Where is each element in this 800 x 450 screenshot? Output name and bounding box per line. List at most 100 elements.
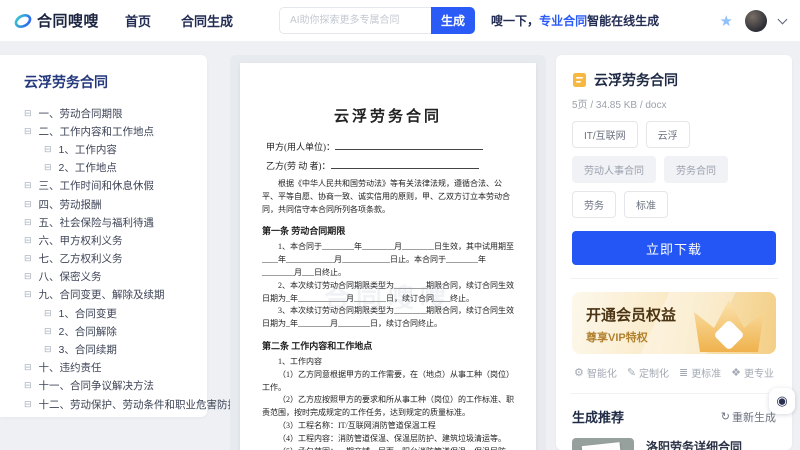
- toc-item-label: 3、合同续期: [59, 342, 117, 357]
- toc-item[interactable]: ⊟ 1、工作内容: [0, 140, 207, 158]
- doc-tag-chip[interactable]: 标准: [624, 191, 668, 218]
- document-page: 合同嗖嗖 合同嗖嗖 云浮劳务合同 甲方(用人单位)： 乙方(劳 动 者)： 根据…: [240, 63, 536, 450]
- collapse-icon[interactable]: ⊟: [44, 345, 52, 354]
- logo-icon: [14, 12, 32, 30]
- panel-doc-header: 云浮劳务合同: [572, 70, 776, 90]
- logo[interactable]: 合同嗖嗖: [14, 10, 99, 31]
- vip-features: ⚙ 智能化 ✎ 定制化 ≣ 更标准 ❖ 更专业: [572, 365, 776, 380]
- support-button[interactable]: ◉: [769, 388, 795, 414]
- main-nav: 首页 合同生成: [125, 11, 233, 30]
- collapse-icon[interactable]: ⊟: [44, 309, 52, 318]
- nav-item[interactable]: 首页: [125, 11, 151, 30]
- star-icon[interactable]: ★: [720, 12, 733, 30]
- party-b-row: 乙方(劳 动 者)：: [266, 159, 514, 172]
- divider: [570, 393, 778, 394]
- recommend-item[interactable]: 洛阳劳务详细合同 洛阳 劳动人事合同 劳务合同 劳务 详细: [572, 438, 776, 450]
- nav-item[interactable]: 合同生成: [181, 11, 233, 30]
- vip-feature: ⚙ 智能化: [574, 365, 617, 380]
- doc-tag-chip[interactable]: 劳务合同: [664, 156, 728, 183]
- toc-item[interactable]: ⊟ 十、违约责任: [0, 359, 207, 377]
- collapse-icon[interactable]: ⊟: [24, 254, 32, 263]
- document-preview-area[interactable]: 合同嗖嗖 合同嗖嗖 云浮劳务合同 甲方(用人单位)： 乙方(劳 动 者)： 根据…: [230, 55, 546, 450]
- toc-item-label: 三、工作时间和休息休假: [39, 178, 155, 193]
- collapse-icon[interactable]: ⊟: [24, 200, 32, 209]
- right-panel: 云浮劳务合同 5页 / 34.85 KB / docx IT/互联网 云浮 劳动…: [556, 55, 792, 450]
- doc-block: 3、本次续订劳动合同期限类型为________期限合同，续订合同生效日期为_年_…: [262, 305, 514, 331]
- toc-item[interactable]: ⊟ 九、合同变更、解除及续期: [0, 286, 207, 304]
- download-button[interactable]: 立即下载: [572, 231, 776, 265]
- collapse-icon[interactable]: ⊟: [24, 109, 32, 118]
- collapse-icon[interactable]: ⊟: [24, 400, 32, 409]
- toc-item[interactable]: ⊟ 四、劳动报酬: [0, 195, 207, 213]
- feature-label: 智能化: [587, 365, 617, 380]
- doc-tag-chip[interactable]: 劳务: [572, 191, 616, 218]
- toc-item[interactable]: ⊟ 一、劳动合同期限: [0, 104, 207, 122]
- collapse-icon[interactable]: ⊟: [44, 327, 52, 336]
- doc-block: 1、工作内容: [262, 356, 514, 369]
- recommend-item-info: 洛阳劳务详细合同 洛阳 劳动人事合同 劳务合同 劳务 详细: [646, 438, 776, 450]
- recommend-thumbnail: [572, 438, 634, 450]
- collapse-icon[interactable]: ⊟: [24, 381, 32, 390]
- generate-button[interactable]: 生成: [431, 7, 475, 34]
- refresh-icon: ↻: [721, 410, 730, 423]
- regenerate-button[interactable]: ↻ 重新生成: [721, 409, 776, 425]
- recommend-header: 生成推荐 ↻ 重新生成: [572, 407, 776, 426]
- collapse-icon[interactable]: ⊟: [24, 363, 32, 372]
- slogan-suffix: 智能在线生成: [587, 14, 659, 28]
- recommend-item-title: 洛阳劳务详细合同: [646, 438, 776, 450]
- document-body: 第一条 劳动合同期限 1、本合同于________年________月_____…: [262, 224, 514, 450]
- toc-item[interactable]: ⊟ 八、保密义务: [0, 268, 207, 286]
- vip-feature: ✎ 定制化: [627, 365, 669, 380]
- toc-item[interactable]: ⊟ 二、工作内容和工作地点: [0, 122, 207, 140]
- collapse-icon[interactable]: ⊟: [24, 181, 32, 190]
- doc-block: （3）工程名称：IT/互联网消防管道保温工程: [262, 420, 514, 433]
- avatar[interactable]: [745, 10, 767, 32]
- toc-item[interactable]: ⊟ 2、合同解除: [0, 322, 207, 340]
- doc-block: （2）乙方应按照甲方的要求和所从事工种（岗位）的工作标准、职责范围，按时完成规定…: [262, 394, 514, 420]
- doc-block: （5）承包范围：一期商铺、屋面、阳台消防管道保温、保温层防护。: [262, 446, 514, 450]
- support-icon: ◉: [776, 393, 787, 409]
- document-preamble: 根据《中华人民共和国劳动法》等有关法律法规，遵循合法、公平、平等自愿、协商一致、…: [262, 178, 514, 216]
- slogan-highlight[interactable]: 专业合同: [539, 14, 587, 28]
- search-input[interactable]: [279, 7, 431, 34]
- blank-line: [331, 161, 479, 169]
- collapse-icon[interactable]: ⊟: [24, 218, 32, 227]
- toc-item[interactable]: ⊟ 2、工作地点: [0, 159, 207, 177]
- collapse-icon[interactable]: ⊟: [24, 127, 32, 136]
- party-a-label: 甲方(用人单位)：: [266, 142, 335, 152]
- doc-block: （4）工程内容：消防管道保温、保温层防护、建筑垃圾清运等。: [262, 433, 514, 446]
- toc-item-label: 二、工作内容和工作地点: [39, 124, 155, 139]
- collapse-icon[interactable]: ⊟: [44, 145, 52, 154]
- toc-item-label: 五、社会保险与福利待遇: [39, 215, 155, 230]
- blank-line: [335, 142, 483, 150]
- toc-item-label: 六、甲方权利义务: [39, 233, 123, 248]
- search-group: 生成: [279, 7, 475, 34]
- feature-label: 更标准: [691, 365, 721, 380]
- toc-item[interactable]: ⊟ 七、乙方权利义务: [0, 250, 207, 268]
- collapse-icon[interactable]: ⊟: [24, 290, 32, 299]
- toc-item[interactable]: ⊟ 六、甲方权利义务: [0, 231, 207, 249]
- collapse-icon[interactable]: ⊟: [24, 272, 32, 281]
- doc-tag-chip[interactable]: 劳动人事合同: [572, 156, 656, 183]
- doc-tag-chip[interactable]: 云浮: [646, 121, 690, 148]
- toc-item[interactable]: ⊟ 三、工作时间和休息休假: [0, 177, 207, 195]
- collapse-icon[interactable]: ⊟: [24, 236, 32, 245]
- vip-feature: ≣ 更标准: [679, 365, 721, 380]
- toc-item[interactable]: ⊟ 1、合同变更: [0, 304, 207, 322]
- doc-block: （1）乙方同意根据甲方的工作需要，在（地点）从事工种（岗位）工作。: [262, 369, 514, 395]
- gear-icon: ⚙: [574, 366, 584, 379]
- chevron-down-icon[interactable]: [778, 14, 788, 24]
- divider: [570, 278, 778, 279]
- toc-item[interactable]: ⊟ 3、合同续期: [0, 340, 207, 358]
- toc-item[interactable]: ⊟ 五、社会保险与福利待遇: [0, 213, 207, 231]
- vip-banner[interactable]: 开通会员权益 尊享VIP特权: [572, 292, 776, 354]
- toc-item[interactable]: ⊟ 十二、劳动保护、劳动条件和职业危害防护: [0, 395, 207, 413]
- toc-item[interactable]: ⊟ 十一、合同争议解决方法: [0, 377, 207, 395]
- collapse-icon[interactable]: ⊟: [44, 163, 52, 172]
- toc-item-label: 2、工作地点: [59, 160, 117, 175]
- crown-icon: [690, 294, 768, 354]
- doc-tag-chip[interactable]: IT/互联网: [572, 121, 638, 148]
- doc-meta: 5页 / 34.85 KB / docx: [572, 96, 776, 111]
- vip-feature: ❖ 更专业: [731, 365, 774, 380]
- logo-text: 合同嗖嗖: [37, 10, 99, 31]
